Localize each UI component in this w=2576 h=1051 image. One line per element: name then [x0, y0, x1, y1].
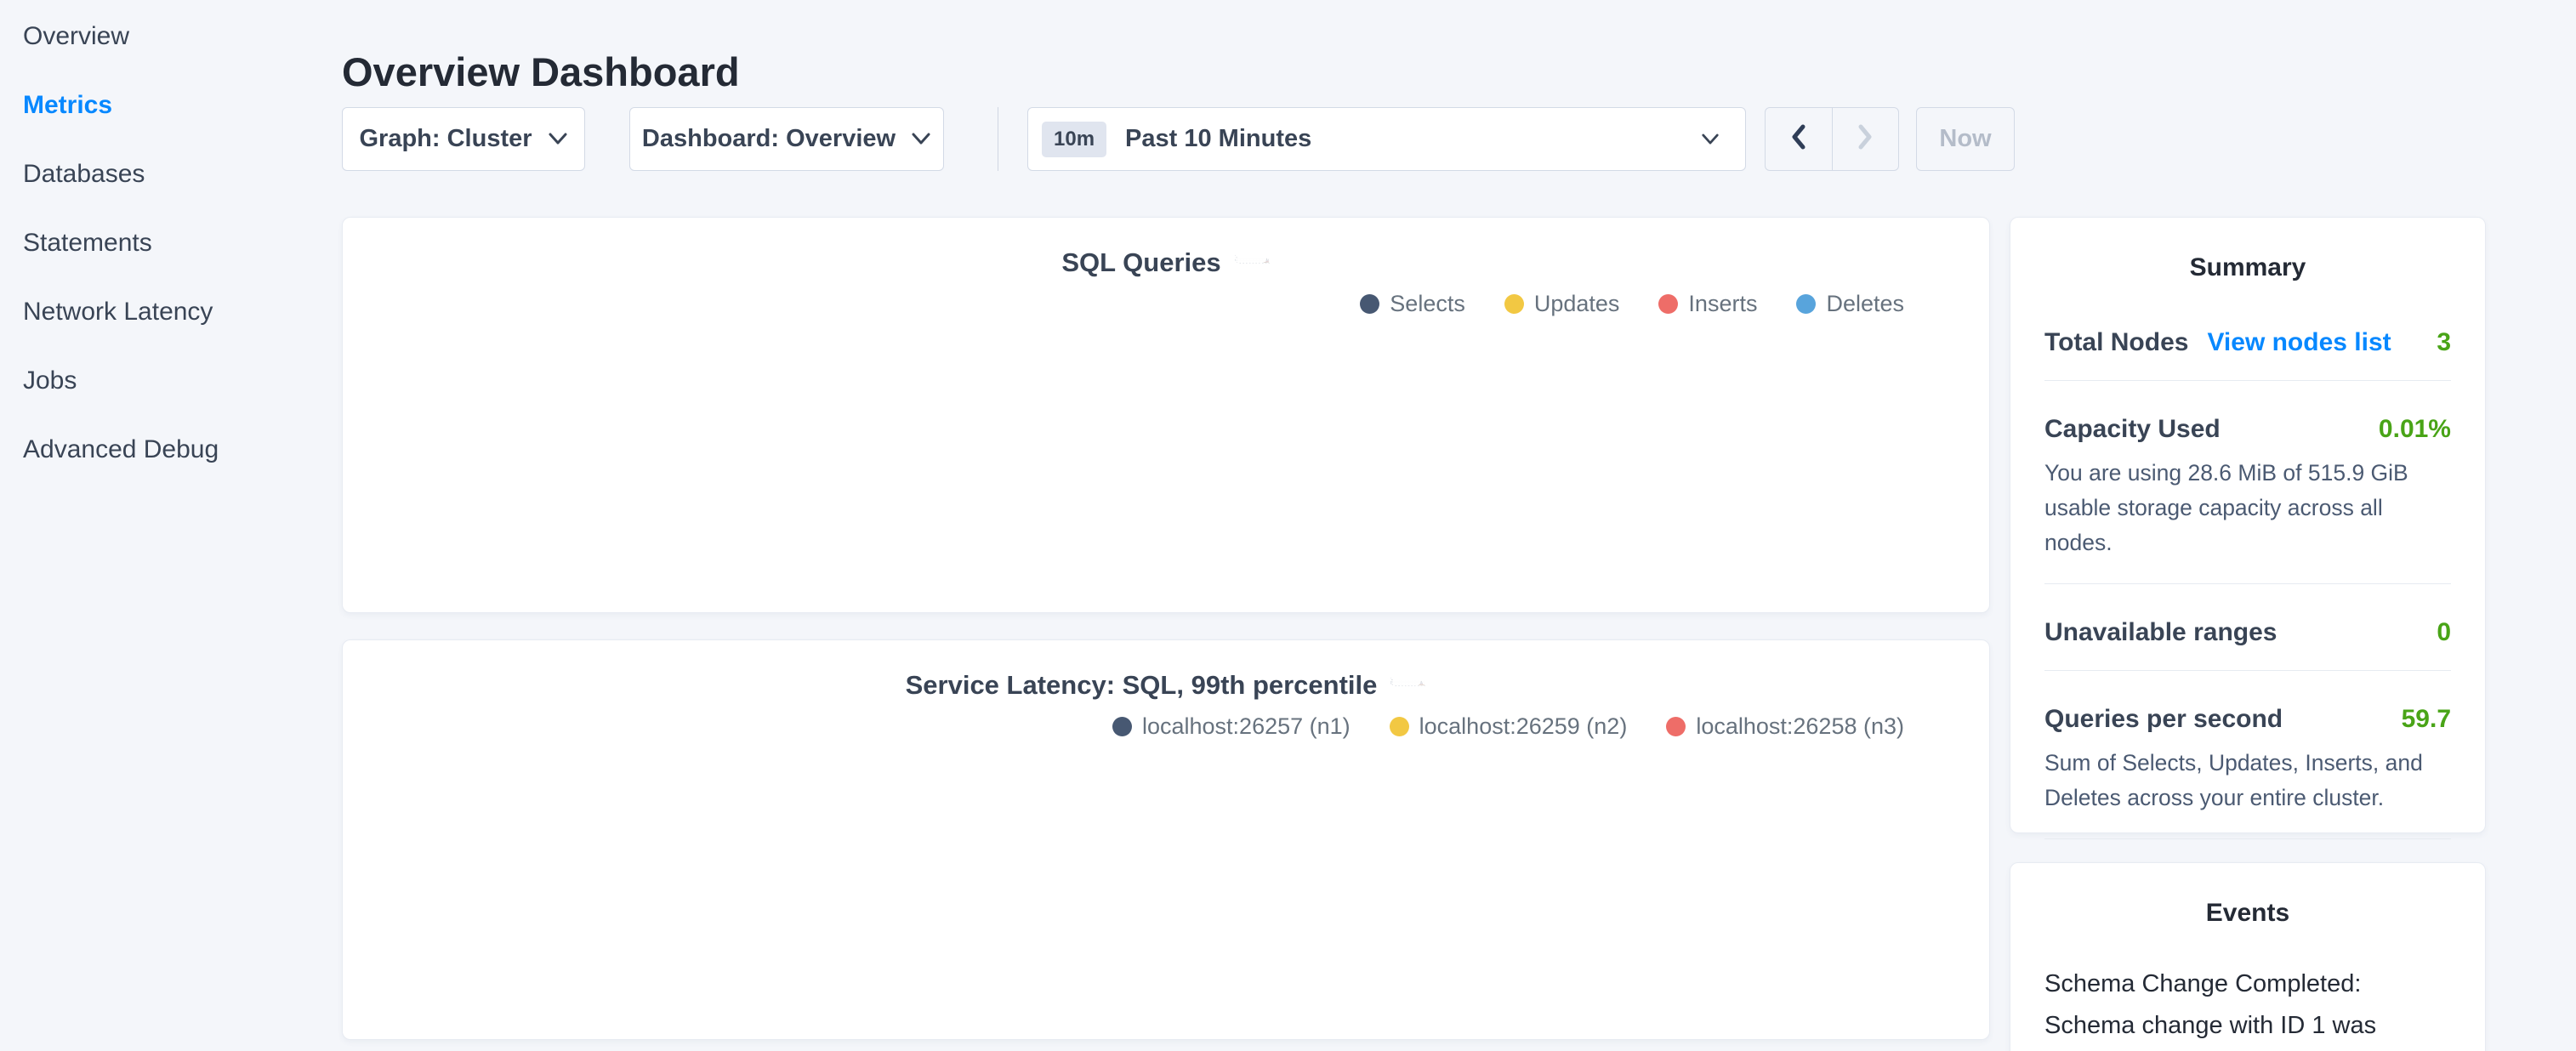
sidebar: Overview Metrics Databases Statements Ne… [0, 0, 340, 1051]
dashboard-dropdown[interactable]: Dashboard: Overview [629, 107, 944, 171]
sql-queries-chart-card: SQL Queries 16:3816:3916:4016:4116:4216:… [342, 217, 1990, 613]
now-button[interactable]: Now [1916, 107, 2015, 171]
service-latency-chart-card: Service Latency: SQL, 99th percentile 16… [342, 639, 1990, 1040]
chevron-down-icon [1701, 134, 1720, 145]
time-step-back-button[interactable] [1766, 108, 1832, 170]
time-range-label: Past 10 Minutes [1125, 125, 1686, 153]
graph-scope-dropdown[interactable]: Graph: Cluster [342, 107, 585, 171]
summary-value: 59.7 [2402, 705, 2451, 734]
service-latency-chart [343, 640, 1991, 1041]
sidebar-item-databases[interactable]: Databases [0, 139, 340, 208]
summary-value: 0.01% [2379, 415, 2451, 444]
graph-scope-dropdown-label: Graph: Cluster [359, 125, 532, 153]
summary-row-unavailable-ranges: Unavailable ranges 0 [2010, 618, 2485, 647]
summary-row-capacity-used: Capacity Used 0.01% [2010, 415, 2485, 444]
chevron-left-icon [1787, 120, 1811, 158]
chevron-down-icon [911, 133, 931, 145]
sidebar-item-overview[interactable]: Overview [0, 2, 340, 71]
sidebar-item-network-latency[interactable]: Network Latency [0, 277, 340, 346]
summary-label: Unavailable ranges [2044, 618, 2277, 647]
events-panel: Events Schema Change Completed: Schema c… [2010, 862, 2486, 1051]
summary-panel: Summary Total Nodes View nodes list 3 Ca… [2010, 217, 2486, 833]
summary-value: 0 [2437, 618, 2451, 647]
chevron-down-icon [548, 133, 568, 145]
time-range-badge: 10m [1042, 122, 1106, 157]
summary-title: Summary [2010, 218, 2485, 282]
sidebar-item-jobs[interactable]: Jobs [0, 346, 340, 415]
divider [2044, 380, 2451, 381]
overview-dashboard-page: Overview Metrics Databases Statements Ne… [0, 0, 2576, 1051]
time-step-forward-button[interactable] [1832, 108, 1899, 170]
view-nodes-list-link[interactable]: View nodes list [2207, 328, 2391, 357]
summary-label: Capacity Used [2044, 415, 2221, 444]
time-range-dropdown[interactable]: 10m Past 10 Minutes [1027, 107, 1746, 171]
summary-subtext: You are using 28.6 MiB of 515.9 GiB usab… [2010, 456, 2485, 560]
summary-row-total-nodes: Total Nodes View nodes list 3 [2010, 328, 2485, 357]
summary-subtext: Sum of Selects, Updates, Inserts, and De… [2010, 746, 2485, 815]
sidebar-item-advanced-debug[interactable]: Advanced Debug [0, 415, 340, 484]
chevron-right-icon [1853, 120, 1877, 158]
sidebar-item-metrics[interactable]: Metrics [0, 71, 340, 139]
page-title: Overview Dashboard [342, 48, 740, 95]
dashboard-dropdown-label: Dashboard: Overview [642, 125, 896, 153]
sql-queries-chart [343, 218, 1991, 614]
event-item-text: Schema Change Completed: Schema change w… [2010, 963, 2485, 1051]
summary-row-queries-per-second: Queries per second 59.7 [2010, 705, 2485, 734]
divider [2044, 838, 2451, 839]
summary-label: Total Nodes [2044, 328, 2188, 357]
summary-value: 3 [2437, 328, 2451, 357]
divider [2044, 670, 2451, 671]
divider [2044, 583, 2451, 584]
summary-label: Queries per second [2044, 705, 2283, 734]
sidebar-item-statements[interactable]: Statements [0, 208, 340, 277]
events-title: Events [2010, 863, 2485, 928]
time-step-buttons [1765, 107, 1899, 171]
